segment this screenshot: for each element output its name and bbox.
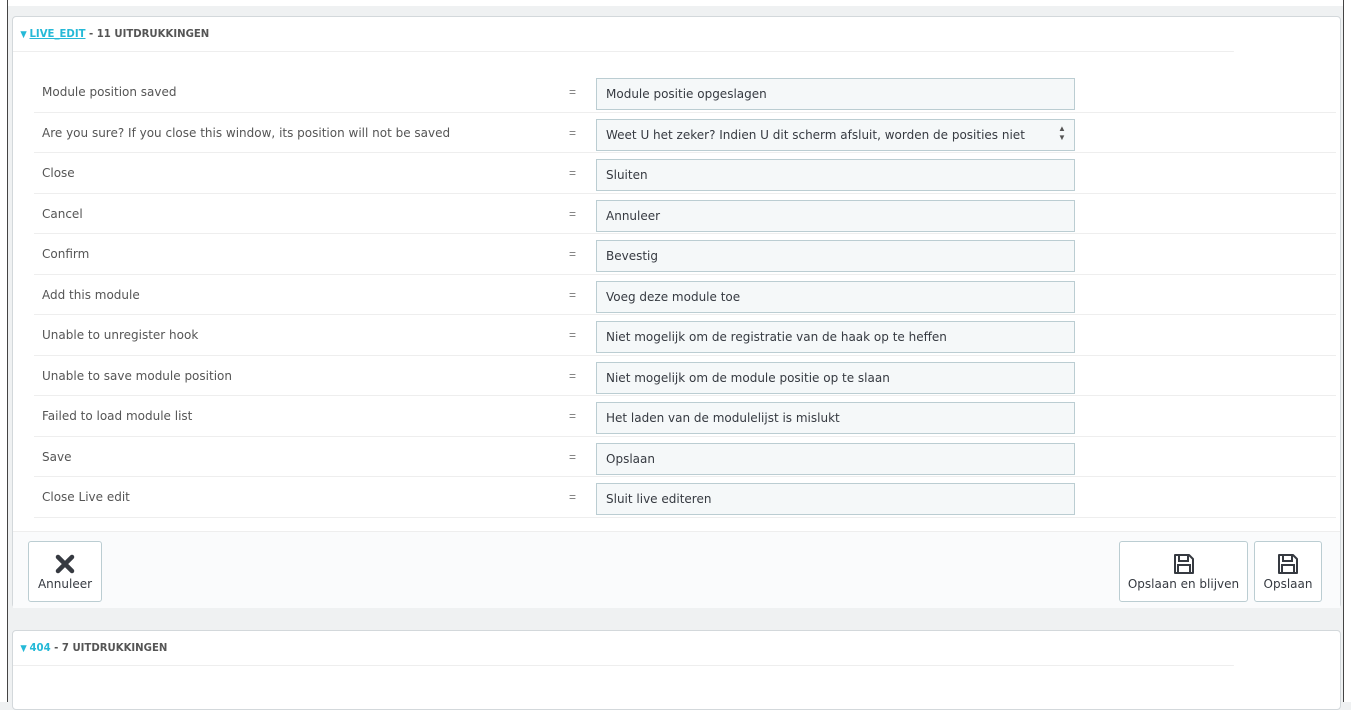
translation-row: Add this module = Voeg deze module toe [34,275,1336,315]
translation-input[interactable]: Module positie opgeslagen [596,78,1075,110]
source-string: Cancel [42,206,83,221]
404-panel: ▼ 404 - 7 UITDRUKKINGEN [12,630,1341,710]
source-string: Unable to unregister hook [42,328,199,342]
translation-row: Unable to unregister hook = Niet mogelij… [34,315,1336,356]
equals-sign: = [569,287,577,302]
window-top-edge [0,0,1351,6]
save-button[interactable]: Opslaan [1254,541,1322,602]
translation-row: Are you sure? If you close this window, … [34,113,1336,153]
save-button-label: Opslaan [1263,577,1313,591]
expression-count: 7 UITDRUKKINGEN [61,641,168,654]
translation-input[interactable]: Opslaan [596,442,1075,475]
source-string: Close [42,166,75,180]
window-right-edge [1343,0,1351,702]
equals-sign: = [569,166,577,180]
equals-sign: = [569,328,577,342]
translation-row: Save = Opslaan [34,437,1336,477]
translation-input[interactable]: Voeg deze module toe [596,280,1075,313]
404-panel-heading[interactable]: ▼ 404 - 7 UITDRUKKINGEN [13,631,1234,666]
translation-input[interactable]: Sluiten [596,159,1075,191]
equals-sign: = [569,490,577,504]
source-string: Failed to load module list [42,409,193,423]
heading-separator: - [50,641,62,654]
caret-down-icon[interactable]: ▼ [20,30,26,40]
source-string: Add this module [42,287,140,302]
translation-row: Close = Sluiten [34,153,1336,194]
equals-sign: = [569,247,577,261]
equals-sign: = [569,409,577,423]
floppy-disk-icon [1278,554,1298,574]
cancel-button[interactable]: Annuleer [28,541,102,602]
translation-input[interactable]: Annuleer [596,199,1075,232]
source-string: Save [42,449,72,464]
live-edit-panel-heading[interactable]: ▼ LIVE_EDIT - 11 UITDRUKKINGEN [13,17,1234,52]
equals-sign: = [569,449,577,464]
404-domain-link[interactable]: 404 [29,641,50,654]
equals-sign: = [569,125,577,140]
translation-rows: Module position saved = Module positie o… [34,72,1336,518]
panel-footer: Annuleer Opslaan en blijven Opslaan [13,531,1340,608]
translation-row: Failed to load module list = Het laden v… [34,396,1336,437]
source-string: Close Live edit [42,490,130,504]
equals-sign: = [569,85,577,99]
floppy-disk-icon [1173,554,1194,574]
translation-textarea[interactable]: Weet U het zeker? Indien U dit scherm af… [596,118,1075,151]
translation-row: Module position saved = Module positie o… [34,72,1336,113]
translation-row: Close Live edit = Sluit live editeren [34,477,1336,518]
translation-row: Confirm = Bevestig [34,234,1336,275]
source-string: Are you sure? If you close this window, … [42,125,451,140]
translation-input[interactable]: Niet mogelijk om de registratie van de h… [596,321,1075,353]
source-string: Unable to save module position [42,368,232,383]
expression-count: 11 UITDRUKKINGEN [96,27,210,40]
source-string: Module position saved [42,85,177,99]
translation-row: Unable to save module position = Niet mo… [34,356,1336,396]
translation-row: Cancel = Annuleer [34,194,1336,234]
translation-input[interactable]: Niet mogelijk om de module positie op te… [596,361,1075,394]
close-icon [55,554,75,574]
textarea-scroll-arrows-icon[interactable]: ▲ ▼ [1056,124,1068,146]
translation-input[interactable]: Bevestig [596,240,1075,272]
source-string: Confirm [42,247,90,261]
cancel-button-label: Annuleer [37,577,93,591]
window-left-edge [0,0,8,702]
equals-sign: = [569,368,577,383]
live-edit-domain-link[interactable]: LIVE_EDIT [29,27,85,40]
caret-down-icon[interactable]: ▼ [20,644,26,654]
equals-sign: = [569,206,577,221]
translation-input[interactable]: Het laden van de modulelijst is mislukt [596,402,1075,434]
heading-separator: - [85,27,97,40]
save-and-stay-button[interactable]: Opslaan en blijven [1119,541,1248,602]
save-and-stay-label: Opslaan en blijven [1127,577,1240,591]
translation-input[interactable]: Sluit live editeren [596,483,1075,515]
live-edit-panel: ▼ LIVE_EDIT - 11 UITDRUKKINGEN Module pos… [12,16,1341,608]
